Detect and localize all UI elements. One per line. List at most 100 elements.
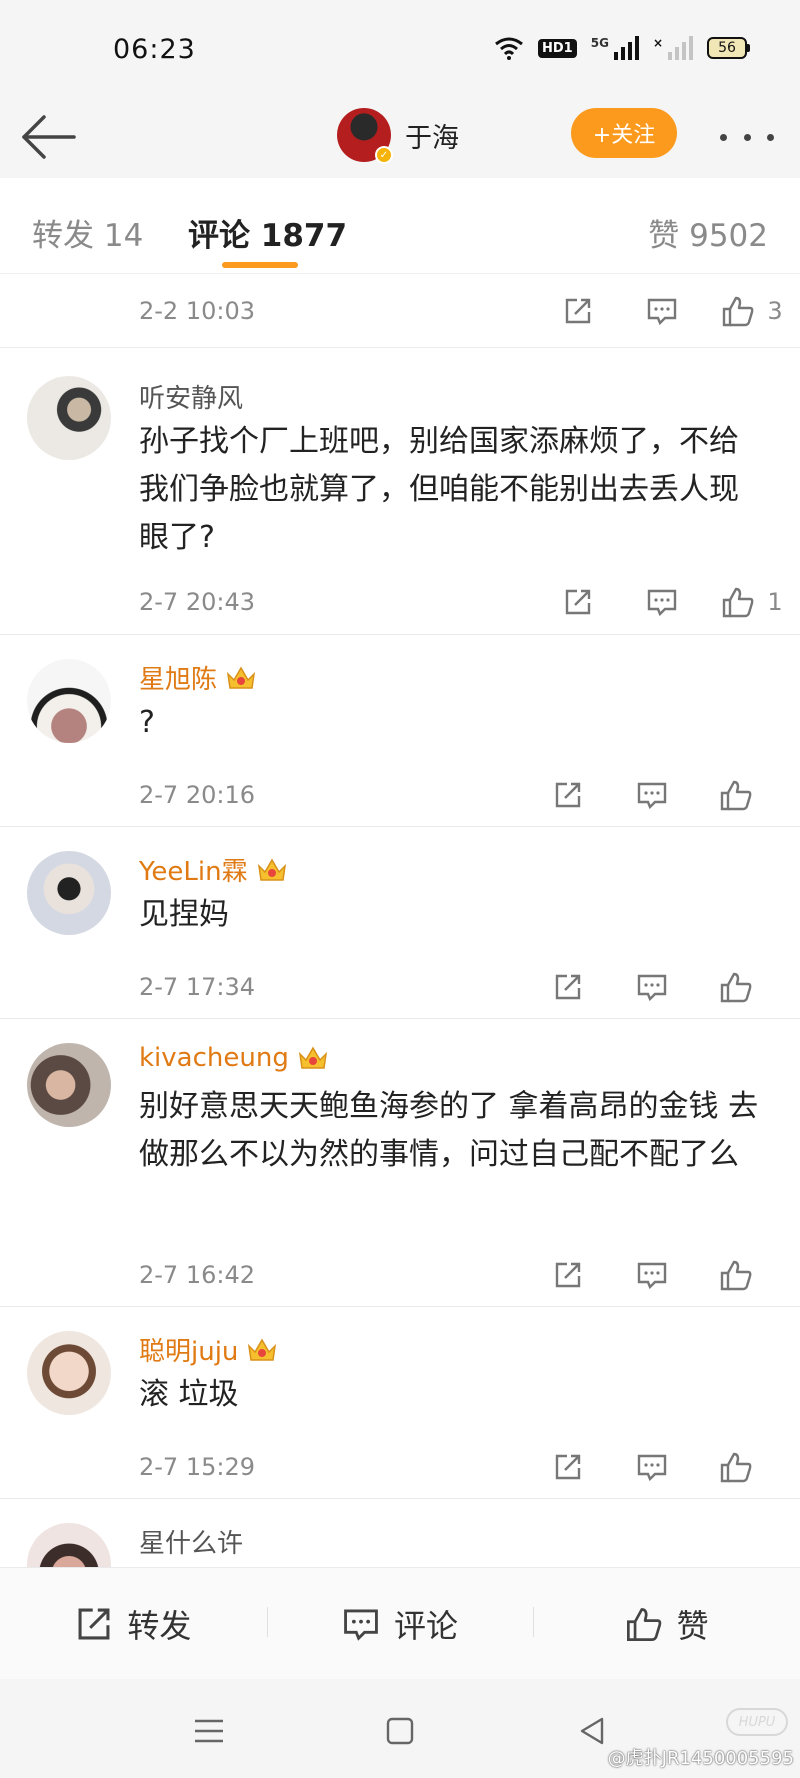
reply-icon[interactable]	[610, 1447, 694, 1487]
comment-username[interactable]: 听安静风	[139, 378, 243, 415]
more-options-icon[interactable]	[720, 120, 774, 154]
comment-username[interactable]: YeeLin霖	[139, 851, 288, 888]
avatar[interactable]: ✓	[337, 108, 393, 164]
nav-user[interactable]: ✓ 于海	[337, 108, 459, 164]
comment-username[interactable]: kivacheung	[139, 1043, 329, 1073]
comment-item: 星什么许	[0, 1499, 800, 1567]
comment-time: 2-7 15:29	[139, 1453, 255, 1481]
comment-actions: 3	[536, 291, 800, 331]
battery-level: 56	[707, 37, 747, 59]
thumbs-up-icon	[723, 587, 754, 618]
repost-icon[interactable]	[536, 291, 620, 331]
comment-text: 孙子找个厂上班吧，别给国家添麻烦了，不给我们争脸也就算了，但咱能不能别出去丢人现…	[139, 424, 739, 555]
like-button[interactable]	[694, 1447, 778, 1487]
comment-actions	[526, 1447, 778, 1487]
reply-icon[interactable]	[610, 775, 694, 815]
comment-time: 2-7 20:16	[139, 781, 255, 809]
reply-icon[interactable]	[620, 582, 704, 622]
repost-icon[interactable]	[526, 775, 610, 815]
watermark-text: @虎扑JR1450005595	[607, 1748, 794, 1769]
avatar[interactable]	[27, 1043, 111, 1127]
top-nav: ✓ 于海 +关注	[0, 96, 800, 178]
like-count: 3	[767, 297, 783, 325]
comment-time: 2-7 16:42	[139, 1261, 255, 1289]
comment-item: 听安静风 孙子找个厂上班吧，别给国家添麻烦了，不给我们争脸也就算了，但咱能不能别…	[0, 348, 800, 635]
repost-icon[interactable]	[526, 1447, 610, 1487]
comment-time: 2-7 20:43	[139, 588, 255, 616]
like-button[interactable]: 赞	[533, 1601, 800, 1647]
tab-like[interactable]: 赞 9502	[648, 210, 768, 255]
thumbs-up-icon	[720, 1452, 752, 1483]
comment-username[interactable]: 星旭陈	[139, 659, 257, 696]
repost-icon[interactable]	[526, 1255, 610, 1295]
tabs: 转发 14 评论 1877 赞 9502	[0, 178, 800, 274]
thumbs-up-icon	[626, 1607, 661, 1641]
like-button[interactable]	[694, 1255, 778, 1295]
comment-username[interactable]: 聪明juju	[139, 1331, 278, 1368]
thumbs-up-icon	[723, 296, 754, 327]
repost-button[interactable]: 转发	[0, 1601, 267, 1647]
system-nav-bar: @虎扑JR1450005595	[0, 1679, 800, 1778]
comment-text: 见捏妈	[139, 897, 229, 932]
like-button[interactable]: 3	[704, 291, 800, 331]
like-button[interactable]: 1	[704, 582, 800, 622]
reply-icon[interactable]	[610, 1255, 694, 1295]
comment-actions: 1	[536, 582, 800, 622]
watermark-logo: HUPU	[726, 1708, 788, 1736]
status-bar: 06:23 HD1 5G × 56	[0, 0, 800, 96]
thumbs-up-icon	[720, 972, 752, 1003]
comment-icon	[344, 1609, 378, 1641]
avatar[interactable]	[27, 1331, 111, 1415]
comment-actions	[526, 967, 778, 1007]
comment-item: kivacheung 别好意思天天鲍鱼海参的了 拿着高昂的金钱 去做那么不以为然…	[0, 1019, 800, 1307]
vip-crown-icon	[298, 1046, 327, 1069]
comment-username-text[interactable]: 星旭陈	[139, 659, 217, 696]
comment-item: 聪明juju 滚 垃圾 2-7 15:29	[0, 1307, 800, 1499]
repost-icon[interactable]	[526, 967, 610, 1007]
follow-button[interactable]: +关注	[571, 108, 677, 158]
avatar[interactable]	[27, 1523, 111, 1567]
menu-icon[interactable]	[191, 1713, 227, 1749]
comment-list[interactable]: 2-2 10:03 3 听安静风 孙子找个厂上班吧，别给国家添麻烦了，不给我们争…	[0, 275, 800, 1567]
like-button[interactable]	[694, 775, 778, 815]
comment-row-partial: 2-2 10:03 3	[0, 275, 800, 348]
signal-label: 5G	[590, 36, 609, 50]
reply-icon[interactable]	[620, 291, 704, 331]
tab-repost[interactable]: 转发 14	[32, 210, 143, 255]
back-arrow-icon[interactable]	[18, 112, 78, 162]
like-label: 赞	[676, 1606, 709, 1645]
comment-item: YeeLin霖 见捏妈 2-7 17:34	[0, 827, 800, 1019]
repost-icon[interactable]	[536, 582, 620, 622]
comment-time: 2-7 17:34	[139, 973, 255, 1001]
comment-actions	[526, 775, 778, 815]
tab-comment[interactable]: 评论 1877	[188, 210, 347, 255]
nav-username[interactable]: 于海	[405, 116, 459, 155]
bottom-action-bar: 转发 评论 赞	[0, 1567, 800, 1679]
avatar[interactable]	[27, 376, 111, 460]
avatar[interactable]	[27, 659, 111, 743]
comment-username-text[interactable]: 聪明juju	[139, 1331, 238, 1368]
like-count: 1	[767, 588, 783, 616]
vip-crown-icon	[248, 1338, 277, 1361]
avatar[interactable]	[27, 851, 111, 935]
comment-button[interactable]: 评论	[266, 1601, 534, 1647]
comment-text: 滚 垃圾	[139, 1377, 239, 1412]
comment-username-text[interactable]: kivacheung	[139, 1043, 289, 1073]
back-triangle-icon[interactable]	[574, 1713, 610, 1749]
thumbs-up-icon	[720, 1260, 752, 1291]
comment-item: 星旭陈 ? 2-7 20:16	[0, 635, 800, 827]
status-time: 06:23	[113, 34, 196, 65]
reply-icon[interactable]	[610, 967, 694, 1007]
verified-badge-icon: ✓	[375, 146, 393, 164]
cellular-signal-icon: 5G	[591, 36, 639, 60]
status-icons: HD1 5G × 56	[494, 36, 750, 60]
active-tab-indicator	[222, 262, 298, 268]
comment-username-text[interactable]: YeeLin霖	[139, 851, 248, 888]
thumbs-up-icon	[720, 780, 752, 811]
like-button[interactable]	[694, 967, 778, 1007]
comment-username[interactable]: 星什么许	[139, 1523, 243, 1560]
comment-actions	[526, 1255, 778, 1295]
home-icon[interactable]	[382, 1713, 418, 1749]
wifi-icon	[495, 37, 523, 60]
secondary-signal-icon: ×	[653, 36, 693, 60]
